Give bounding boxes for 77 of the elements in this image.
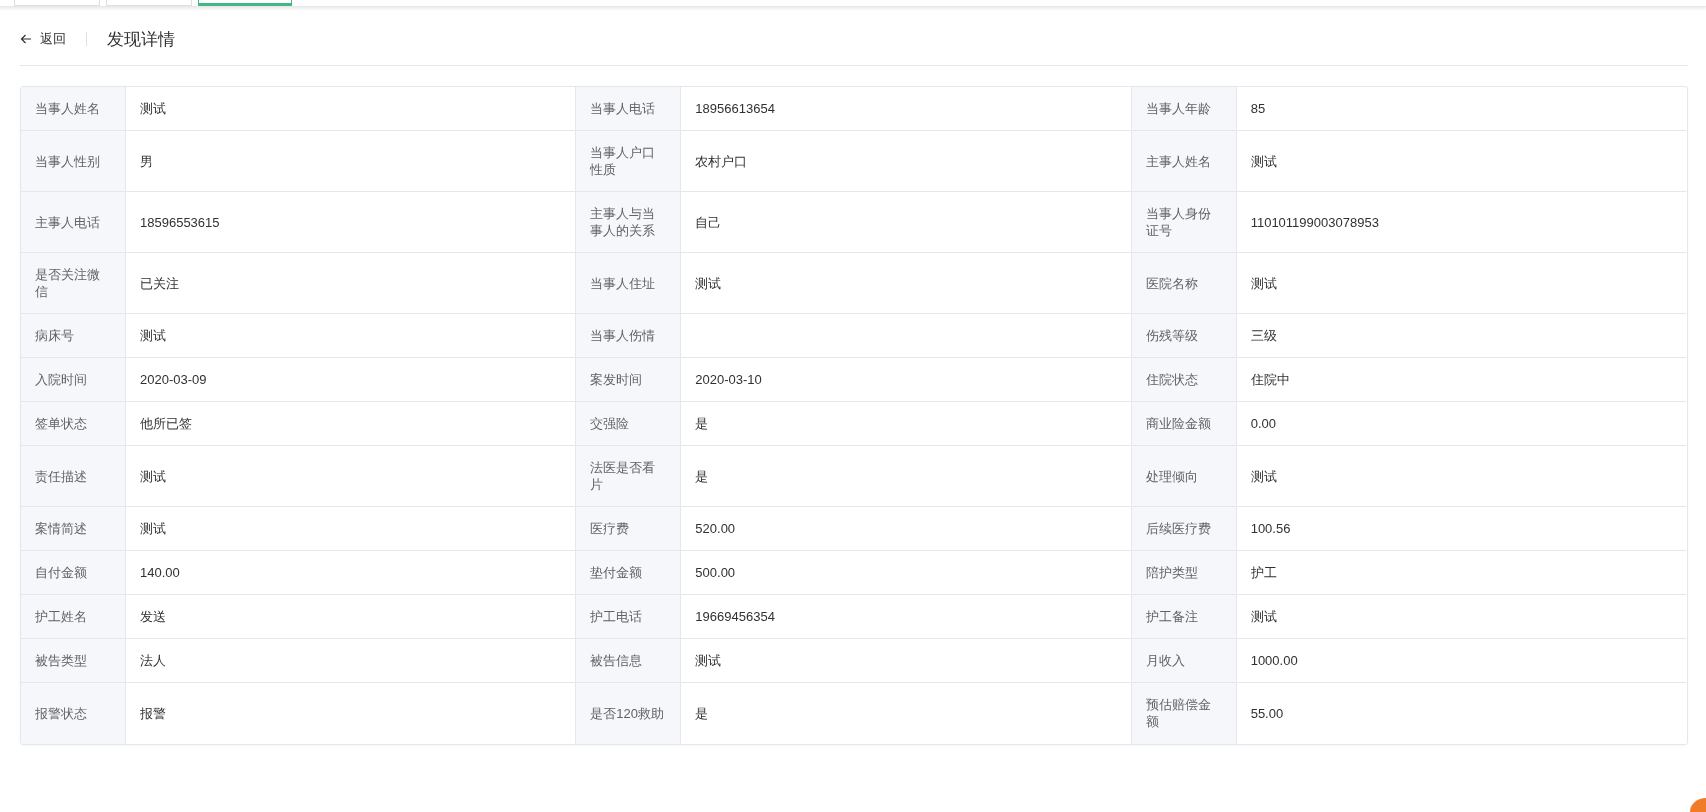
back-link[interactable]: 返回 <box>20 30 66 48</box>
field-value: 发送 <box>126 595 577 639</box>
field-value: 500.00 <box>681 551 1132 595</box>
field-value: 0.00 <box>1236 402 1687 446</box>
field-label: 责任描述 <box>21 446 126 507</box>
page-title: 发现详情 <box>107 28 175 51</box>
field-value: 520.00 <box>681 507 1132 551</box>
field-value: 是 <box>681 446 1132 507</box>
field-label: 护工备注 <box>1131 595 1237 639</box>
field-label: 当事人电话 <box>576 87 682 131</box>
field-value: 55.00 <box>1249 704 1285 723</box>
field-value: 测试 <box>681 253 1132 314</box>
field-value: 自己 <box>681 192 1132 253</box>
field-label: 被告类型 <box>21 639 126 683</box>
field-value: 是 <box>681 402 1132 446</box>
field-label: 案情简述 <box>21 507 126 551</box>
field-label: 住院状态 <box>1131 358 1237 402</box>
field-label: 当事人身份证号 <box>1131 192 1237 253</box>
field-value: 2020-03-09 <box>126 358 577 402</box>
field-value: 85 <box>1236 87 1687 131</box>
field-value: 测试 <box>1236 446 1687 507</box>
field-label: 医疗费 <box>576 507 682 551</box>
field-label: 案发时间 <box>576 358 682 402</box>
field-label: 当事人年龄 <box>1131 87 1237 131</box>
field-value: 测试 <box>126 507 577 551</box>
field-label: 当事人户口性质 <box>576 131 682 192</box>
field-label: 签单状态 <box>21 402 126 446</box>
field-label: 预估赔偿金额 <box>1131 683 1237 744</box>
page-tab[interactable] <box>198 0 292 6</box>
field-value: 测试 <box>1236 131 1687 192</box>
arrow-left-icon <box>20 33 32 45</box>
field-label: 是否120救助 <box>576 683 682 744</box>
field-label: 处理倾向 <box>1131 446 1237 507</box>
floating-button[interactable] <box>1690 798 1706 812</box>
field-label: 医院名称 <box>1131 253 1237 314</box>
field-value: 1000.00 <box>1236 639 1687 683</box>
field-label: 主事人与当事人的关系 <box>576 192 682 253</box>
field-label: 报警状态 <box>21 683 126 744</box>
field-label: 护工姓名 <box>21 595 126 639</box>
field-label: 护工电话 <box>576 595 682 639</box>
field-value: 测试 <box>681 639 1132 683</box>
field-label: 陪护类型 <box>1131 551 1237 595</box>
field-value: 19669456354 <box>681 595 1132 639</box>
field-label: 被告信息 <box>576 639 682 683</box>
field-value: 农村户口 <box>681 131 1132 192</box>
field-value: 护工 <box>1236 551 1687 595</box>
field-label: 当事人住址 <box>576 253 682 314</box>
field-value: 住院中 <box>1236 358 1687 402</box>
field-label: 自付金额 <box>21 551 126 595</box>
field-label: 主事人姓名 <box>1131 131 1237 192</box>
field-label: 当事人姓名 <box>21 87 126 131</box>
field-label: 后续医疗费 <box>1131 507 1237 551</box>
field-value: 测试 <box>126 314 577 358</box>
field-label: 是否关注微信 <box>21 253 126 314</box>
field-label: 主事人电话 <box>21 192 126 253</box>
field-value: 三级 <box>1236 314 1687 358</box>
field-label: 法医是否看片 <box>576 446 682 507</box>
field-value: 2020-03-10 <box>681 358 1132 402</box>
field-value: 140.00 <box>126 551 577 595</box>
field-label: 当事人性别 <box>21 131 126 192</box>
field-label: 病床号 <box>21 314 126 358</box>
field-value: 测试 <box>126 87 577 131</box>
field-value: 他所已签 <box>126 402 577 446</box>
field-value: 测试 <box>1236 253 1687 314</box>
field-value: 法人 <box>126 639 577 683</box>
field-value: 测试 <box>1236 595 1687 639</box>
field-label: 交强险 <box>576 402 682 446</box>
field-label: 商业险金额 <box>1131 402 1237 446</box>
field-label: 入院时间 <box>21 358 126 402</box>
field-value: 100.56 <box>1236 507 1687 551</box>
field-label: 当事人伤情 <box>576 314 682 358</box>
field-label: 垫付金额 <box>576 551 682 595</box>
field-value: 110101199003078953 <box>1236 192 1687 253</box>
field-value: 是 <box>681 683 1132 744</box>
field-label: 月收入 <box>1131 639 1237 683</box>
field-value: 18956613654 <box>681 87 1132 131</box>
field-label: 伤残等级 <box>1131 314 1237 358</box>
